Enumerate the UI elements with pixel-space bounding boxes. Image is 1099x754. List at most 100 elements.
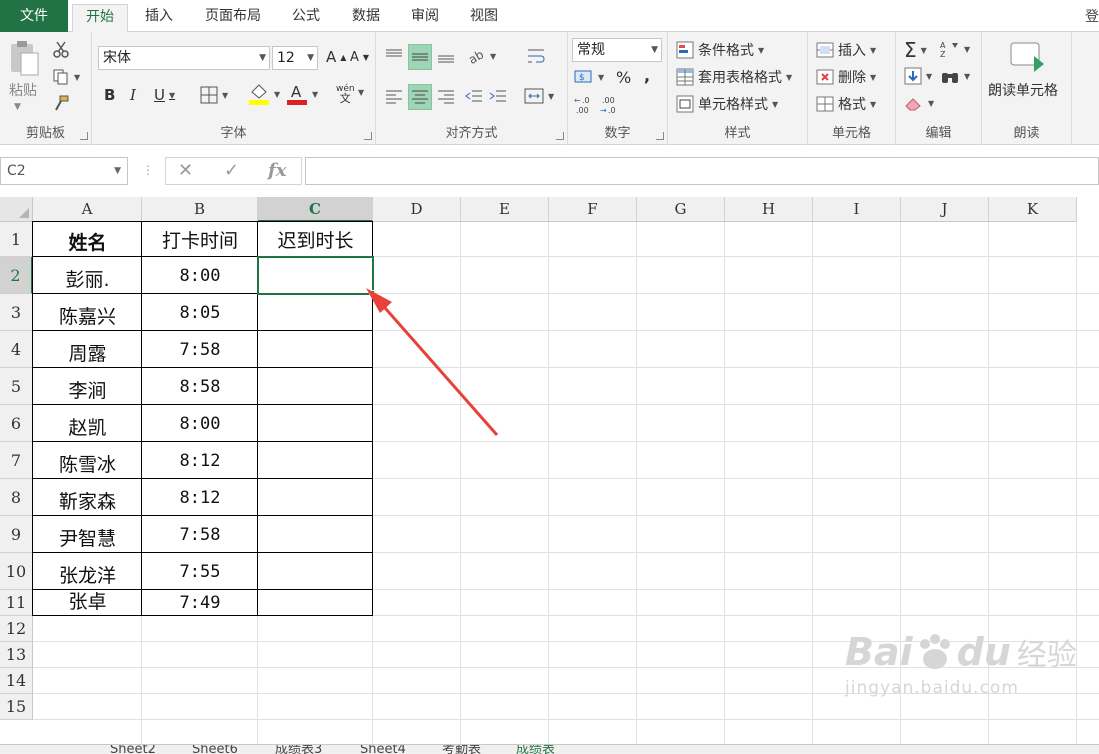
wrap-text-icon[interactable] [526, 46, 546, 70]
cell-b5[interactable]: 8:58 [142, 368, 258, 405]
font-name-select[interactable]: 宋体 ▼ [98, 46, 270, 70]
tab-data[interactable]: 数据 [343, 4, 389, 32]
row-header-2[interactable]: 2 [0, 257, 33, 294]
number-launcher-icon[interactable] [656, 132, 664, 140]
tab-page-layout[interactable]: 页面布局 [195, 4, 271, 32]
row-header-11[interactable]: 11 [0, 590, 33, 616]
cell-c11[interactable] [258, 590, 373, 616]
cell-a1[interactable]: 姓名 [33, 222, 142, 257]
tab-home[interactable]: 开始 [72, 4, 128, 32]
italic-button[interactable]: I [130, 86, 136, 104]
sort-filter-icon[interactable]: A Z ▼ [940, 40, 970, 58]
row-header-6[interactable]: 6 [0, 405, 33, 442]
formula-bar-dots-icon[interactable]: ⋮ [142, 163, 154, 177]
delete-cells-button[interactable]: 删除 ▼ [816, 67, 876, 87]
row-header-9[interactable]: 9 [0, 516, 33, 553]
column-header-h[interactable]: H [725, 197, 813, 222]
cell-a11[interactable]: 张卓 [33, 590, 142, 616]
sheet-tab[interactable]: Sheet6 [192, 745, 238, 754]
cell-c3[interactable] [258, 294, 373, 331]
row-header-8[interactable]: 8 [0, 479, 33, 516]
cell-styles-button[interactable]: 单元格样式 ▼ [676, 94, 778, 114]
cell-c10[interactable] [258, 553, 373, 590]
column-header-c[interactable]: C [258, 197, 373, 222]
font-color-icon[interactable]: A ▼ [286, 82, 318, 106]
format-painter-icon[interactable] [52, 94, 70, 112]
phonetic-icon[interactable]: wén 文 [336, 84, 355, 104]
cell-b9[interactable]: 7:58 [142, 516, 258, 553]
underline-button[interactable]: U ▼ [154, 86, 175, 104]
cut-icon[interactable] [52, 40, 70, 58]
cell-b7[interactable]: 8:12 [142, 442, 258, 479]
font-size-select[interactable]: 12 ▼ [272, 46, 318, 70]
cell-a8[interactable]: 靳家森 [33, 479, 142, 516]
row-header-15[interactable]: 15 [0, 694, 33, 720]
selected-cell-outline[interactable] [257, 256, 374, 295]
merge-center-icon[interactable]: ▼ [524, 86, 554, 106]
cell-c7[interactable] [258, 442, 373, 479]
font-launcher-icon[interactable] [364, 132, 372, 140]
sheet-tab[interactable]: 成绩表 [516, 745, 555, 754]
sheet-tab[interactable]: Sheet2 [110, 745, 156, 754]
read-aloud-icon[interactable] [1010, 42, 1046, 80]
increase-indent-icon[interactable] [488, 86, 508, 110]
cell-b1[interactable]: 打卡时间 [142, 222, 258, 257]
accounting-format-icon[interactable]: $ ▼ [574, 68, 604, 86]
cell-a5[interactable]: 李涧 [33, 368, 142, 405]
cell-c8[interactable] [258, 479, 373, 516]
shrink-font-icon[interactable]: A ▼ [350, 50, 369, 65]
fill-color-icon[interactable]: ▼ [248, 82, 280, 106]
align-middle-icon[interactable] [408, 44, 432, 70]
tab-file[interactable]: 文件 [0, 0, 68, 32]
tab-insert[interactable]: 插入 [136, 4, 182, 32]
cell-a6[interactable]: 赵凯 [33, 405, 142, 442]
fill-handle[interactable] [369, 290, 375, 296]
phonetic-caret-icon[interactable]: ▼ [358, 88, 364, 97]
cell-b10[interactable]: 7:55 [142, 553, 258, 590]
comma-button[interactable]: , [644, 66, 650, 85]
cell-c1[interactable]: 迟到时长 [258, 222, 373, 257]
column-header-j[interactable]: J [901, 197, 989, 222]
copy-icon[interactable]: ▼ [52, 68, 80, 86]
align-top-icon[interactable] [384, 46, 404, 70]
cell-a4[interactable]: 周露 [33, 331, 142, 368]
tab-formulas[interactable]: 公式 [283, 4, 329, 32]
select-all-corner[interactable] [0, 197, 33, 222]
clipboard-launcher-icon[interactable] [80, 132, 88, 140]
column-header-k[interactable]: K [989, 197, 1077, 222]
cell-a2[interactable]: 彭丽. [33, 257, 142, 294]
column-header-e[interactable]: E [461, 197, 549, 222]
row-header-10[interactable]: 10 [0, 553, 33, 590]
row-header-14[interactable]: 14 [0, 668, 33, 694]
cell-a9[interactable]: 尹智慧 [33, 516, 142, 553]
column-header-g[interactable]: G [637, 197, 725, 222]
borders-icon[interactable]: ▼ [200, 86, 228, 104]
clear-icon[interactable]: ▼ [904, 94, 934, 112]
decrease-indent-icon[interactable] [464, 86, 484, 110]
column-header-a[interactable]: A [33, 197, 142, 222]
sheet-tab[interactable]: Sheet4 [360, 745, 406, 754]
row-header-7[interactable]: 7 [0, 442, 33, 479]
cell-b4[interactable]: 7:58 [142, 331, 258, 368]
cell-c9[interactable] [258, 516, 373, 553]
column-header-f[interactable]: F [549, 197, 637, 222]
align-right-icon[interactable] [436, 86, 456, 110]
tab-view[interactable]: 视图 [461, 4, 507, 32]
cell-b3[interactable]: 8:05 [142, 294, 258, 331]
cell-b11[interactable]: 7:49 [142, 590, 258, 616]
cell-b6[interactable]: 8:00 [142, 405, 258, 442]
cell-a10[interactable]: 张龙洋 [33, 553, 142, 590]
cancel-icon[interactable]: ✕ [178, 160, 193, 181]
row-header-5[interactable]: 5 [0, 368, 33, 405]
format-as-table-button[interactable]: 套用表格格式 ▼ [676, 67, 792, 87]
sheet-tab[interactable]: 成绩表3 [275, 745, 322, 754]
insert-cells-button[interactable]: 插入 ▼ [816, 40, 876, 60]
cell-a3[interactable]: 陈嘉兴 [33, 294, 142, 331]
row-header-12[interactable]: 12 [0, 616, 33, 642]
align-left-icon[interactable] [384, 86, 404, 110]
formula-input[interactable] [305, 157, 1099, 185]
increase-decimal-icon[interactable]: ← .0.00 [574, 94, 596, 116]
sheet-tab[interactable]: 考勤表 [442, 745, 481, 754]
align-center-icon[interactable] [408, 84, 432, 110]
paste-caret-icon[interactable]: ▼ [14, 102, 21, 112]
